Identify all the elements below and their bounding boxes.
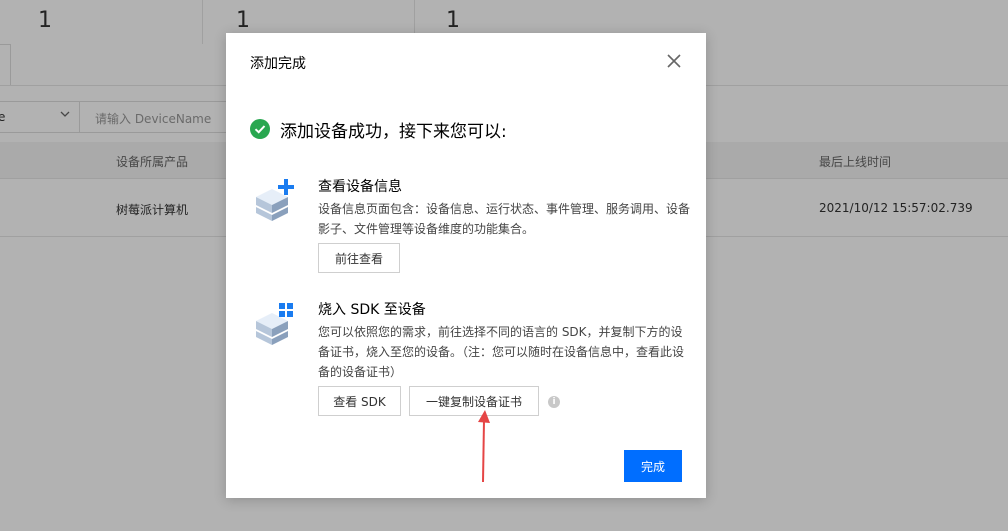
info-icon[interactable]: i: [548, 396, 560, 408]
dialog-title: 添加完成: [250, 56, 306, 72]
done-button[interactable]: 完成: [624, 450, 682, 482]
view-device-info-desc: 设备信息页面包含：设备信息、运行状态、事件管理、服务调用、设备影子、文件管理等设…: [318, 202, 691, 236]
burn-sdk-title: 烧入 SDK 至设备: [318, 302, 426, 318]
device-add-icon: [256, 179, 294, 221]
view-sdk-button[interactable]: 查看 SDK: [318, 386, 401, 416]
check-circle-icon: [250, 119, 270, 139]
device-sdk-icon: [256, 303, 293, 345]
go-view-button[interactable]: 前往查看: [318, 243, 400, 273]
annotation-arrow-icon: [478, 410, 490, 483]
add-complete-dialog: 添加完成 添加设备成功，接下来您可以: 查看设备信息 设备信息页面包含：设备信息…: [226, 33, 706, 498]
burn-sdk-desc: 您可以依照您的需求，前往选择不同的语言的 SDK，并复制下方的设备证书，烧入至您…: [318, 325, 685, 379]
success-text: 添加设备成功，接下来您可以:: [280, 121, 507, 142]
view-device-info-title: 查看设备信息: [318, 179, 402, 195]
success-message: 添加设备成功，接下来您可以:: [250, 117, 507, 142]
close-icon[interactable]: [664, 51, 684, 71]
